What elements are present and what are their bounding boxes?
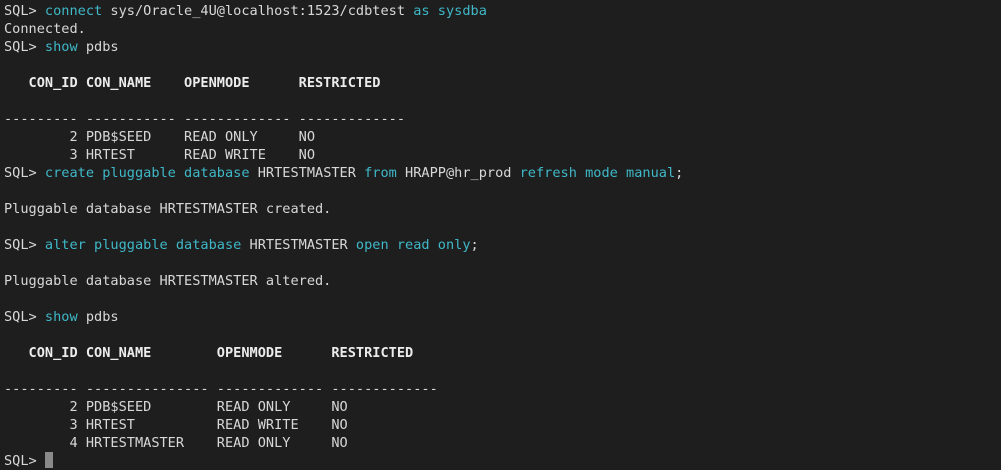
output-text: --------- --------------- ------------- …	[4, 381, 438, 397]
output-text: ;	[675, 165, 684, 181]
terminal-window[interactable]: SQL> connect sys/Oracle_4U@localhost:152…	[0, 0, 1001, 469]
output-text: 2 PDB$SEED READ ONLY NO	[4, 399, 348, 415]
sql-prompt: SQL>	[4, 3, 45, 19]
terminal-line: --------- ----------- ------------- ----…	[4, 110, 1001, 128]
sql-keyword: refresh mode manual	[519, 165, 676, 181]
sql-keyword: open read only	[355, 237, 471, 253]
terminal-line: SQL> connect sys/Oracle_4U@localhost:152…	[4, 2, 1001, 20]
output-text: HRAPP@hr_prod	[396, 165, 520, 181]
terminal-line: 3 HRTEST READ WRITE NO	[4, 416, 1001, 434]
sql-keyword: connect	[44, 3, 103, 19]
sql-keyword: from	[364, 165, 397, 181]
terminal-line: SQL> show pdbs	[4, 308, 1001, 326]
sql-prompt: SQL>	[4, 237, 45, 253]
sql-keyword: alter pluggable database	[44, 237, 242, 253]
column-header: CON_ID CON_NAME OPENMODE RESTRICTED	[4, 345, 414, 361]
output-text: 4 HRTESTMASTER READ ONLY NO	[4, 435, 348, 451]
terminal-line: 2 PDB$SEED READ ONLY NO	[4, 398, 1001, 416]
terminal-line: --------- --------------- ------------- …	[4, 380, 1001, 398]
output-text: Connected.	[4, 21, 86, 37]
terminal-line: 4 HRTESTMASTER READ ONLY NO	[4, 434, 1001, 452]
output-text: Pluggable database HRTESTMASTER altered.	[4, 273, 332, 289]
terminal-input-line[interactable]: SQL>	[4, 452, 1001, 470]
sql-prompt: SQL>	[4, 165, 45, 181]
terminal-line: CON_ID CON_NAME OPENMODE RESTRICTED	[4, 344, 1001, 362]
terminal-line: SQL> alter pluggable database HRTESTMAST…	[4, 236, 1001, 254]
output-text: HRTESTMASTER	[241, 237, 356, 253]
terminal-line: Connected.	[4, 20, 1001, 38]
terminal-line: SQL> create pluggable database HRTESTMAS…	[4, 164, 1001, 182]
output-text: 3 HRTEST READ WRITE NO	[4, 147, 315, 163]
sql-keyword: create pluggable database	[44, 165, 250, 181]
sql-keyword: as sysdba	[413, 3, 487, 19]
terminal-line: SQL> show pdbs	[4, 38, 1001, 56]
terminal-line: Pluggable database HRTESTMASTER created.	[4, 200, 1001, 218]
output-text: Pluggable database HRTESTMASTER created.	[4, 201, 332, 217]
output-text: pdbs	[77, 309, 119, 325]
output-text: --------- ----------- ------------- ----…	[4, 111, 406, 127]
output-text: pdbs	[77, 39, 119, 55]
terminal-line: 2 PDB$SEED READ ONLY NO	[4, 128, 1001, 146]
terminal-line: 3 HRTEST READ WRITE NO	[4, 146, 1001, 164]
text-cursor[interactable]	[44, 452, 53, 468]
terminal-output: SQL> connect sys/Oracle_4U@localhost:152…	[4, 2, 1001, 452]
output-text: ;	[470, 237, 479, 253]
output-text: HRTESTMASTER	[249, 165, 365, 181]
sql-prompt: SQL>	[4, 453, 45, 469]
terminal-line: Pluggable database HRTESTMASTER altered.	[4, 272, 1001, 290]
output-text: sys/Oracle_4U@localhost:1523/cdbtest	[102, 3, 414, 19]
sql-prompt: SQL>	[4, 309, 45, 325]
output-text: 3 HRTEST READ WRITE NO	[4, 417, 348, 433]
sql-prompt: SQL>	[4, 39, 45, 55]
sql-keyword: show	[44, 309, 78, 325]
sql-keyword: show	[44, 39, 78, 55]
terminal-line: CON_ID CON_NAME OPENMODE RESTRICTED	[4, 74, 1001, 92]
column-header: CON_ID CON_NAME OPENMODE RESTRICTED	[4, 75, 381, 91]
output-text: 2 PDB$SEED READ ONLY NO	[4, 129, 315, 145]
